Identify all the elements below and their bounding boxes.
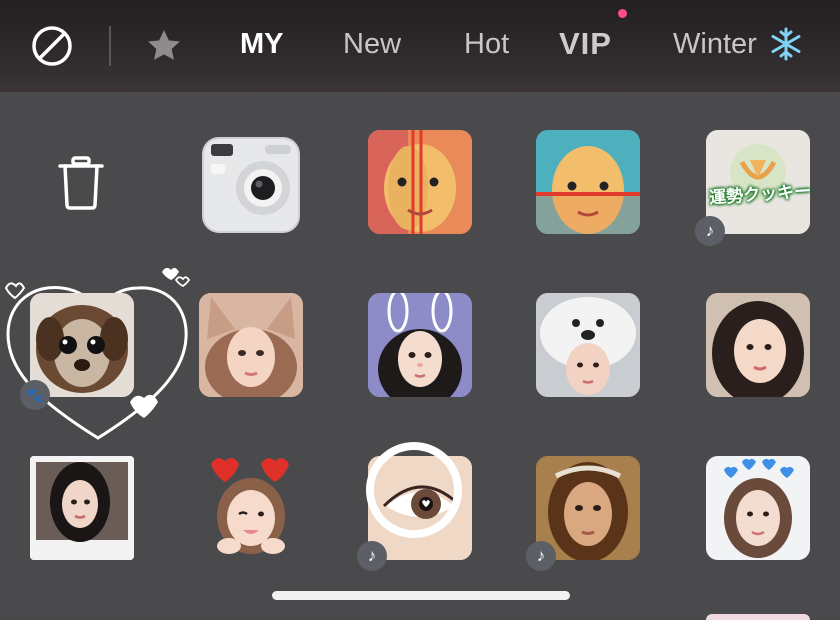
music-note-icon: ♪ — [695, 216, 725, 246]
dog-face-icon — [30, 293, 134, 397]
portrait-icon — [706, 456, 810, 560]
ring-light-decoration — [366, 442, 462, 538]
filter-white-dog-hat[interactable] — [536, 293, 640, 397]
portrait-icon — [199, 293, 303, 397]
portrait-icon — [211, 458, 289, 554]
filter-split-face-horizontal[interactable] — [536, 130, 640, 234]
tab-hot[interactable]: Hot — [464, 28, 509, 61]
portrait-icon — [706, 293, 810, 397]
tab-divider — [109, 26, 111, 66]
filter-split-face-vertical[interactable] — [368, 130, 472, 234]
camera-icon — [202, 137, 300, 233]
tab-winter[interactable]: Winter — [673, 28, 757, 61]
face-icon — [368, 130, 472, 234]
filter-red-hearts-headband[interactable] — [199, 456, 303, 560]
portrait-icon — [30, 456, 134, 560]
filter-natural-beauty[interactable] — [706, 293, 810, 397]
face-icon — [536, 130, 640, 234]
filter-bunny-ears[interactable] — [368, 293, 472, 397]
partial-row-hint — [706, 614, 810, 620]
tab-new[interactable]: New — [343, 28, 401, 61]
home-indicator[interactable] — [272, 591, 570, 600]
notification-dot — [618, 9, 627, 18]
snowflake-icon — [771, 27, 801, 61]
filter-instant-camera[interactable] — [199, 130, 303, 234]
trash-icon[interactable] — [56, 155, 106, 211]
paw-icon: 🐾 — [20, 380, 50, 410]
portrait-icon — [368, 293, 472, 397]
tab-vip[interactable]: VIP — [559, 26, 612, 62]
portrait-icon — [536, 293, 640, 397]
filter-category-bar: MY New Hot VIP Winter — [0, 0, 840, 92]
filter-cat-ears[interactable] — [199, 293, 303, 397]
filter-polaroid[interactable] — [30, 456, 134, 560]
star-icon[interactable] — [142, 26, 186, 66]
filter-blue-hearts-crown[interactable] — [706, 456, 810, 560]
music-note-icon: ♪ — [357, 541, 387, 571]
no-filter-icon[interactable] — [30, 24, 74, 68]
music-note-icon: ♪ — [526, 541, 556, 571]
filter-pet-heart[interactable] — [30, 293, 134, 397]
tab-my[interactable]: MY — [240, 28, 284, 61]
